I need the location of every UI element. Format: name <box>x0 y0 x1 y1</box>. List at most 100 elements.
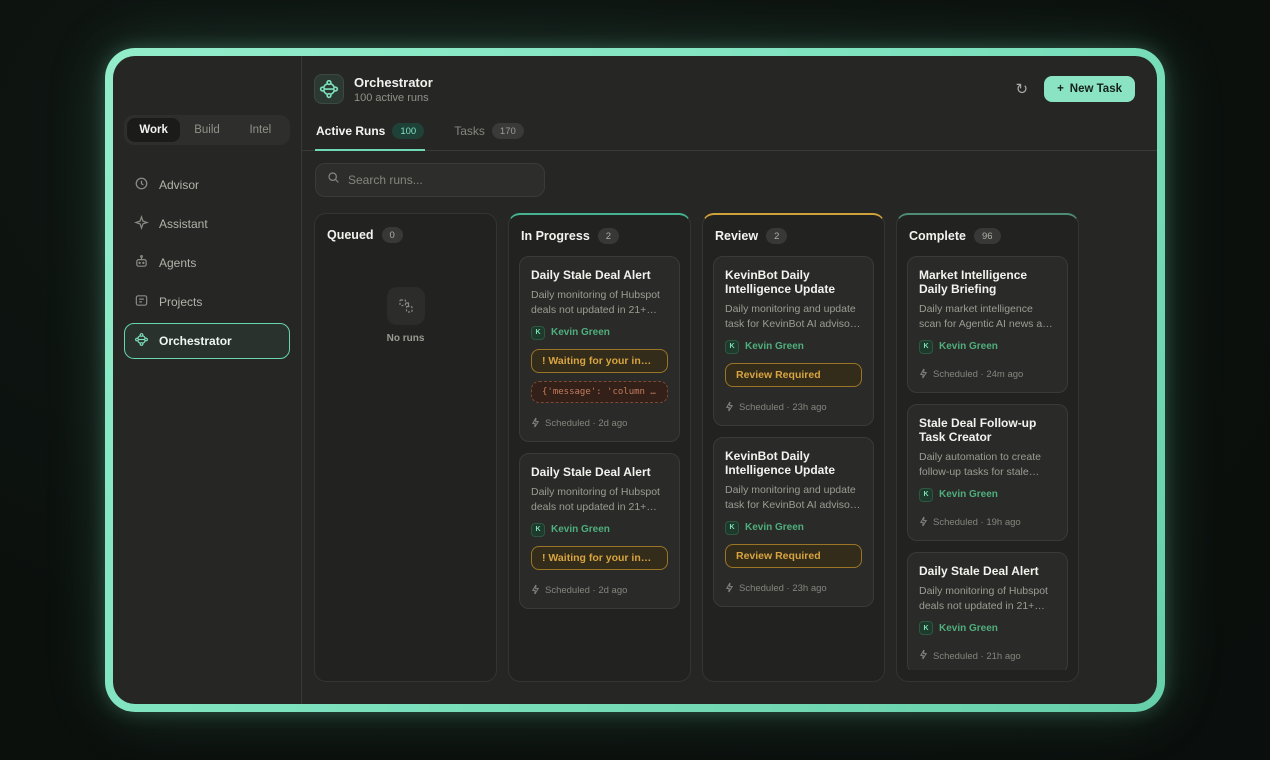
run-card-footer: Scheduled · 19h ago <box>919 516 1056 530</box>
assignee-name: Kevin Green <box>939 623 998 634</box>
plus-icon: + <box>1057 83 1064 95</box>
sidebar-item-label: Advisor <box>159 178 199 192</box>
mode-tab-work[interactable]: Work <box>127 118 180 142</box>
active-runs-subtitle: 100 active runs <box>354 92 433 104</box>
search-input[interactable] <box>348 173 533 187</box>
run-card[interactable]: Daily Stale Deal Alert Daily monitoring … <box>907 552 1068 670</box>
empty-state: No runs <box>325 287 486 344</box>
run-card-footer: Scheduled · 23h ago <box>725 401 862 415</box>
column-title: Complete <box>909 229 966 243</box>
sidebar-item-assistant[interactable]: Assistant <box>124 206 290 242</box>
zap-icon <box>919 368 928 382</box>
orchestrator-icon <box>134 332 149 350</box>
run-card-title: Daily Stale Deal Alert <box>919 564 1056 578</box>
app-header: Orchestrator 100 active runs ↻ + New Tas… <box>302 56 1157 112</box>
main-tabs: Active Runs 100 Tasks 170 <box>302 116 1157 151</box>
avatar: K <box>919 621 933 635</box>
mode-tab-build[interactable]: Build <box>180 118 233 142</box>
run-card[interactable]: KevinBot Daily Intelligence Update Daily… <box>713 437 874 607</box>
search-bar <box>315 163 545 197</box>
sidebar-item-projects[interactable]: Projects <box>124 284 290 320</box>
assignee-name: Kevin Green <box>551 327 610 338</box>
workflow-icon <box>387 287 425 325</box>
new-task-button[interactable]: + New Task <box>1044 76 1135 102</box>
run-card-description: Daily automation to create follow-up tas… <box>919 450 1056 480</box>
run-card-footer: Scheduled · 23h ago <box>725 582 862 596</box>
avatar: K <box>919 488 933 502</box>
assignee-name: Kevin Green <box>745 341 804 352</box>
empty-state-label: No runs <box>387 333 425 344</box>
schedule-text: Scheduled · 19h ago <box>933 517 1021 528</box>
assignee-row: K Kevin Green <box>919 488 1056 502</box>
agents-icon <box>134 254 149 272</box>
board-column: Queued 0 No runs <box>314 213 497 682</box>
board-column: Review 2 KevinBot Daily Intelligence Upd… <box>702 213 885 682</box>
zap-icon <box>919 516 928 530</box>
status-pills: ! Waiting for your input {'message': 'col… <box>531 349 668 403</box>
run-card-title: Market Intelligence Daily Briefing <box>919 268 1056 296</box>
tab-tasks[interactable]: Tasks 170 <box>453 116 525 151</box>
run-card-title: KevinBot Daily Intelligence Update <box>725 449 862 477</box>
column-title: In Progress <box>521 229 590 243</box>
column-cards: Market Intelligence Daily Briefing Daily… <box>907 256 1068 670</box>
window-frame: Work Build Intel Advisor Assistant <box>105 48 1165 712</box>
refresh-icon[interactable]: ↻ <box>1016 82 1029 97</box>
zap-icon <box>725 401 734 415</box>
schedule-text: Scheduled · 2d ago <box>545 585 627 596</box>
mode-tab-intel[interactable]: Intel <box>234 118 287 142</box>
board: Queued 0 No runs In Progress 2 <box>302 201 1157 704</box>
assignee-name: Kevin Green <box>939 341 998 352</box>
warning-pill: ! Waiting for your input <box>531 349 668 373</box>
assignee-name: Kevin Green <box>551 524 610 535</box>
schedule-text: Scheduled · 23h ago <box>739 583 827 594</box>
error-pill: {'message': 'column task_agents.agent_na… <box>531 381 668 403</box>
avatar: K <box>725 521 739 535</box>
sidebar-item-orchestrator[interactable]: Orchestrator <box>124 323 290 359</box>
orchestrator-logo-icon <box>314 74 344 104</box>
search-icon <box>327 171 340 189</box>
sidebar-item-agents[interactable]: Agents <box>124 245 290 281</box>
status-pills: ! Waiting for your input <box>531 546 668 570</box>
run-card-title: Stale Deal Follow-up Task Creator <box>919 416 1056 444</box>
tab-active-runs[interactable]: Active Runs 100 <box>315 116 425 151</box>
run-card[interactable]: Market Intelligence Daily Briefing Daily… <box>907 256 1068 393</box>
run-card[interactable]: Daily Stale Deal Alert Daily monitoring … <box>519 453 680 609</box>
sidebar-item-label: Assistant <box>159 217 208 231</box>
run-card[interactable]: KevinBot Daily Intelligence Update Daily… <box>713 256 874 426</box>
app-window: Work Build Intel Advisor Assistant <box>113 56 1157 704</box>
column-count-badge: 2 <box>766 228 787 244</box>
run-card[interactable]: Daily Stale Deal Alert Daily monitoring … <box>519 256 680 442</box>
run-card-title: Daily Stale Deal Alert <box>531 268 668 282</box>
assignee-row: K Kevin Green <box>531 523 668 537</box>
avatar: K <box>531 326 545 340</box>
sidebar-mode-switcher: Work Build Intel <box>124 115 290 145</box>
run-card-description: Daily monitoring of Hubspot deals not up… <box>531 485 668 515</box>
sidebar-item-label: Projects <box>159 295 202 309</box>
run-card-footer: Scheduled · 2d ago <box>531 417 668 431</box>
column-header: In Progress 2 <box>521 228 678 244</box>
column-count-badge: 2 <box>598 228 619 244</box>
column-header: Review 2 <box>715 228 872 244</box>
column-count-badge: 0 <box>382 227 403 243</box>
zap-icon <box>531 584 540 598</box>
sidebar-item-label: Agents <box>159 256 196 270</box>
schedule-text: Scheduled · 21h ago <box>933 651 1021 662</box>
run-card-description: Daily monitoring of Hubspot deals not up… <box>531 288 668 318</box>
run-card-footer: Scheduled · 24m ago <box>919 368 1056 382</box>
main-panel: Orchestrator 100 active runs ↻ + New Tas… <box>302 56 1157 704</box>
run-card[interactable]: Stale Deal Follow-up Task Creator Daily … <box>907 404 1068 541</box>
tasks-count-badge: 170 <box>492 123 524 139</box>
schedule-text: Scheduled · 23h ago <box>739 402 827 413</box>
avatar: K <box>531 523 545 537</box>
column-cards: Daily Stale Deal Alert Daily monitoring … <box>519 256 680 609</box>
warning-pill: Review Required <box>725 363 862 387</box>
warning-pill: Review Required <box>725 544 862 568</box>
status-pills: Review Required <box>725 544 862 568</box>
projects-icon <box>134 293 149 311</box>
column-title: Review <box>715 229 758 243</box>
assignee-row: K Kevin Green <box>919 340 1056 354</box>
assignee-row: K Kevin Green <box>725 521 862 535</box>
avatar: K <box>725 340 739 354</box>
sidebar-item-advisor[interactable]: Advisor <box>124 167 290 203</box>
run-card-description: Daily monitoring and update task for Kev… <box>725 302 862 332</box>
